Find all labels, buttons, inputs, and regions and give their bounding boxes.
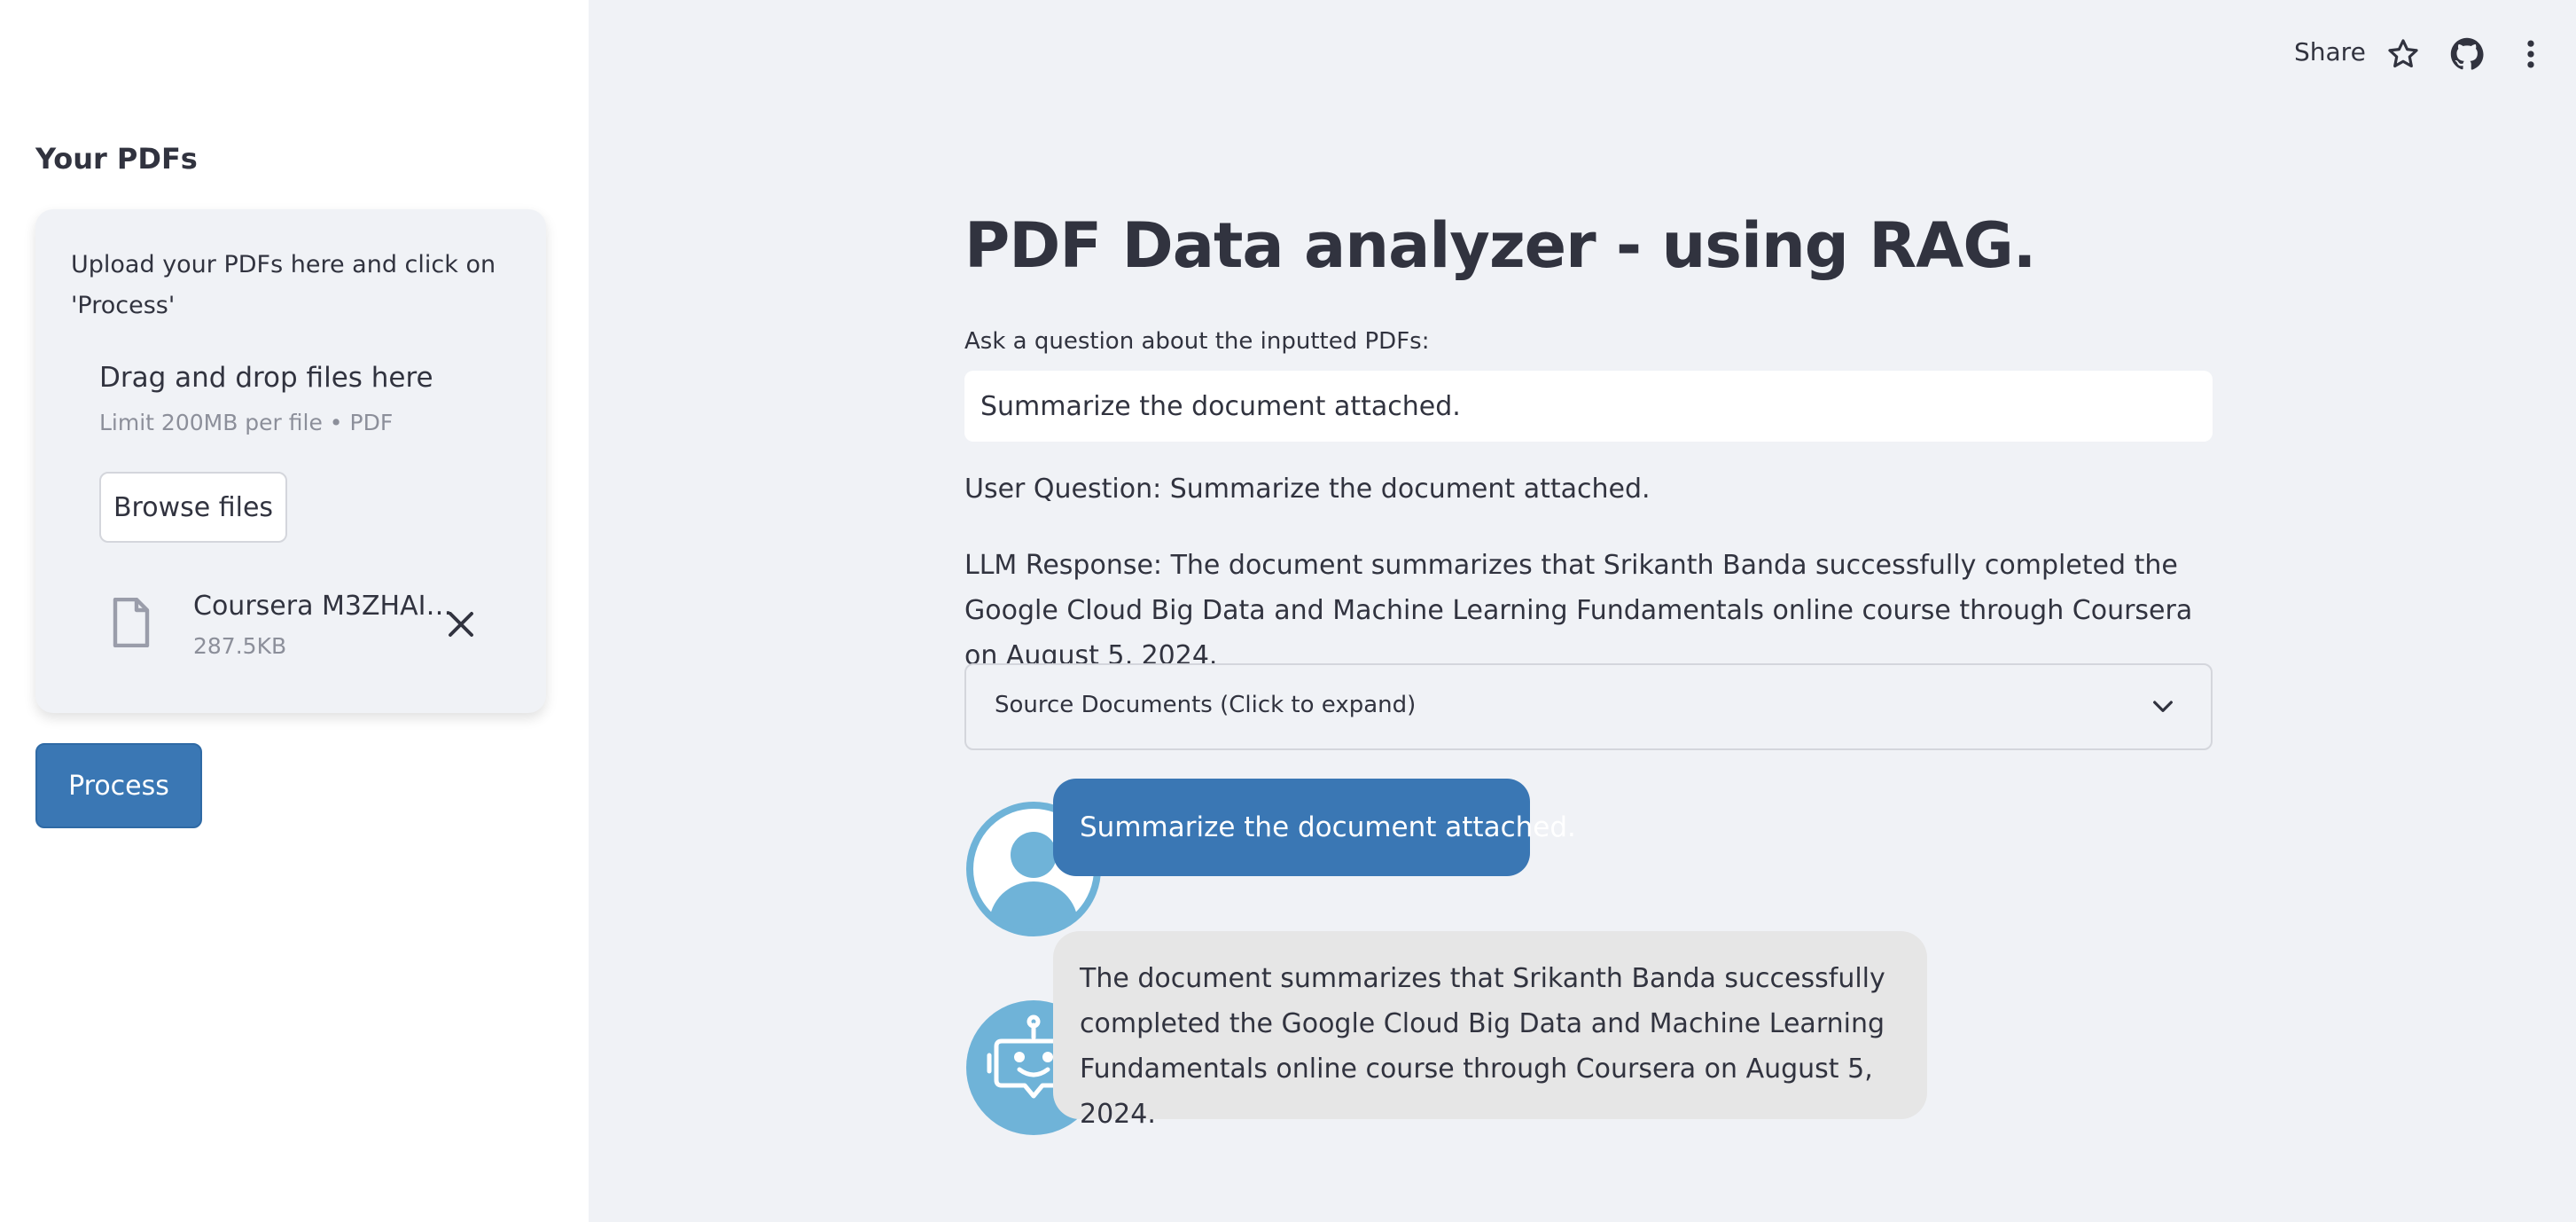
question-input[interactable] — [964, 371, 2213, 442]
share-button[interactable]: Share — [2294, 37, 2366, 67]
user-question-text: User Question: Summarize the document at… — [964, 474, 1651, 505]
llm-response-text: LLM Response: The document summarizes th… — [964, 550, 2193, 671]
browse-files-button[interactable]: Browse files — [99, 472, 287, 543]
upload-hint: Upload your PDFs here and click on 'Proc… — [71, 251, 496, 319]
sidebar: Your PDFs Upload your PDFs here and clic… — [0, 0, 589, 1222]
sidebar-title: Your PDFs — [35, 142, 198, 176]
more-vertical-icon[interactable] — [2514, 37, 2548, 71]
user-message-bubble: Summarize the document attached. — [1053, 779, 1576, 876]
dropzone-title[interactable]: Drag and drop files here — [99, 362, 433, 394]
chevron-down-icon — [2153, 701, 2173, 712]
upload-card: Upload your PDFs here and click on 'Proc… — [35, 209, 546, 713]
close-icon[interactable] — [445, 608, 477, 640]
bot-message-bubble: The document summarizes that Srikanth Ba… — [1053, 931, 1927, 1130]
expander-label: Source Documents (Click to expand) — [995, 692, 1417, 718]
file-icon — [113, 598, 150, 647]
process-button[interactable]: Process — [35, 743, 202, 828]
uploaded-file-name: Coursera M3ZHAIS… — [193, 591, 459, 622]
star-icon[interactable] — [2386, 37, 2420, 71]
source-documents-expander[interactable]: Source Documents (Click to expand) — [964, 663, 2213, 750]
page-title: PDF Data analyzer - using RAG. — [964, 209, 2036, 282]
dropzone-limit: Limit 200MB per file • PDF — [99, 410, 394, 435]
question-label: Ask a question about the inputted PDFs: — [964, 328, 1430, 355]
github-icon[interactable] — [2450, 37, 2484, 71]
uploaded-file-size: 287.5KB — [193, 633, 287, 659]
